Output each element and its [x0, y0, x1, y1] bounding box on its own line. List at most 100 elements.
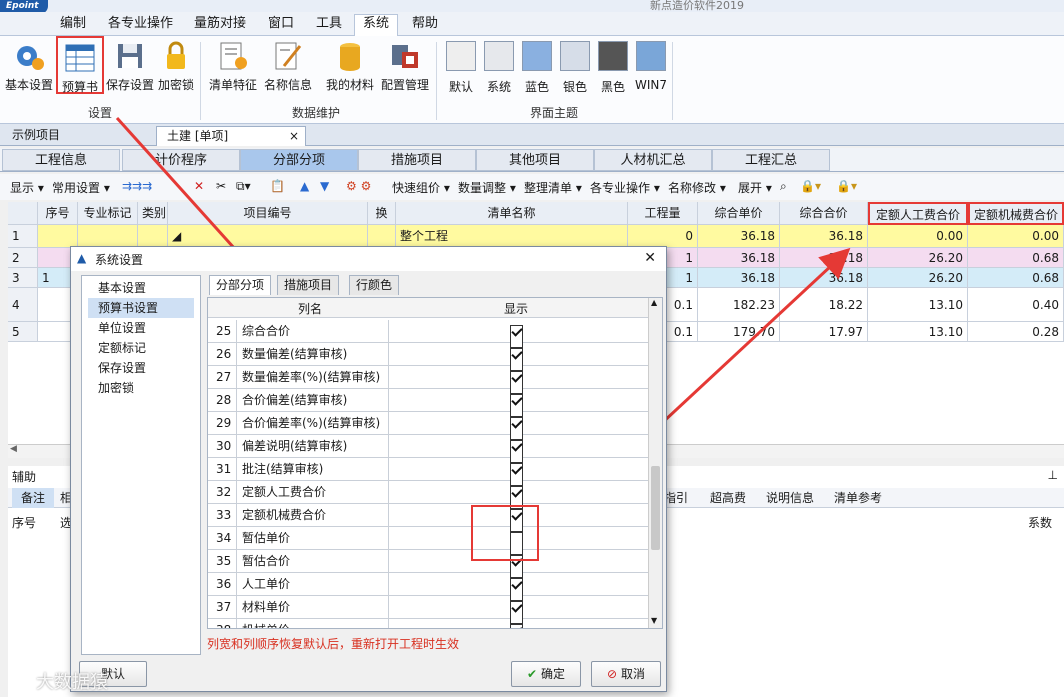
aux-tab-reference[interactable]: 清单参考 [834, 488, 882, 508]
grid-cell[interactable]: 36.18 [698, 225, 780, 248]
delete-icon[interactable]: ✕ [194, 179, 204, 193]
cut-icon[interactable]: ✂ [216, 179, 226, 193]
settings-nav-item-1[interactable]: 预算书设置 [88, 298, 194, 318]
paste-icon[interactable]: 📋 [270, 179, 285, 193]
grid-cell[interactable]: 0.40 [968, 288, 1064, 322]
settings-nav-item-5[interactable]: 加密锁 [88, 378, 144, 398]
tab-subitem[interactable]: 分部分项 [209, 275, 272, 295]
cancel-button[interactable]: ⊘ 取消 [591, 661, 661, 687]
move-up-icon[interactable]: ▲ [300, 179, 309, 193]
menu-help[interactable]: 帮助 [408, 15, 442, 35]
menu-system[interactable]: 系统 [354, 14, 398, 37]
toolbar-qty-adjust[interactable]: 数量调整 ▾ [458, 179, 516, 196]
theme-button-4[interactable]: 黑色 [596, 40, 630, 94]
settings-nav-item-0[interactable]: 基本设置 [88, 278, 156, 298]
grid-cell[interactable] [138, 225, 168, 248]
name-info-button[interactable]: 名称信息 [262, 40, 314, 92]
toolbar-organize[interactable]: 整理清单 ▾ [524, 179, 582, 196]
page-tab-3[interactable]: 措施项目 [358, 149, 476, 171]
grid-cell[interactable]: 182.23 [698, 288, 780, 322]
page-tab-2[interactable]: 分部分项 [240, 149, 358, 171]
doc-tab-civil[interactable]: 土建 [单项] × [156, 126, 306, 146]
grid-cell[interactable]: 整个工程 [396, 225, 628, 248]
grid-cell[interactable]: 2 [8, 248, 38, 268]
theme-button-2[interactable]: 蓝色 [520, 40, 554, 94]
grid-cell[interactable]: 36.18 [780, 268, 868, 288]
aux-tab-remark[interactable]: 备注 [12, 488, 54, 508]
grid-cell[interactable]: 0.68 [968, 248, 1064, 268]
menu-window[interactable]: 窗口 [264, 15, 298, 35]
budget-book-button[interactable]: 预算书 [56, 36, 104, 94]
save-settings-button[interactable]: 保存设置 [104, 40, 156, 92]
page-tab-6[interactable]: 工程汇总 [712, 149, 830, 171]
scroll-up-icon[interactable]: ▲ [651, 298, 657, 307]
grid-cell[interactable]: 5 [8, 322, 38, 342]
grid-header-7[interactable]: 工程量 [628, 202, 698, 225]
grid-header-10[interactable]: 定额人工费合价 [868, 202, 968, 225]
scroll-left-icon[interactable]: ◀ [10, 444, 17, 454]
aux-tab-guide[interactable]: 指引 [664, 488, 688, 508]
menu-specialty[interactable]: 各专业操作 [104, 15, 177, 35]
aux-tab-description[interactable]: 说明信息 [766, 488, 814, 508]
theme-button-0[interactable]: 默认 [444, 40, 478, 94]
settings-nav-item-3[interactable]: 定额标记 [88, 338, 156, 358]
grid-cell[interactable]: 36.18 [698, 268, 780, 288]
grid-cell[interactable]: 4 [8, 288, 38, 322]
show-checkbox[interactable] [510, 624, 523, 628]
grid-cell[interactable]: ◢ [168, 225, 368, 248]
toolbar-rename[interactable]: 名称修改 ▾ [668, 179, 726, 196]
grid-cell[interactable]: 26.20 [868, 248, 968, 268]
page-tab-1[interactable]: 计价程序 [122, 149, 240, 171]
lock-button[interactable]: 加密锁 [156, 40, 196, 92]
scroll-down-icon[interactable]: ▼ [651, 616, 657, 625]
grid-header-3[interactable]: 类别 [138, 202, 168, 225]
lock-icon[interactable]: 🔒▾ [800, 179, 821, 193]
grid-cell[interactable]: 13.10 [868, 288, 968, 322]
grid-cell[interactable]: 0.28 [968, 322, 1064, 342]
grid-cell[interactable] [368, 225, 396, 248]
grid-header-9[interactable]: 综合合价 [780, 202, 868, 225]
grid-cell[interactable]: 17.97 [780, 322, 868, 342]
pin-icon[interactable]: ⊥ [1048, 468, 1058, 482]
grid-header-8[interactable]: 综合单价 [698, 202, 780, 225]
scroll-thumb[interactable] [651, 466, 660, 550]
grid-cell[interactable]: 36.18 [780, 248, 868, 268]
close-icon[interactable]: × [289, 127, 299, 145]
grid-cell[interactable]: 0.68 [968, 268, 1064, 288]
move-down-icon[interactable]: ▼ [320, 179, 329, 193]
split-icon[interactable]: ⚙ ⚙ [346, 179, 371, 193]
grid-cell[interactable]: 18.22 [780, 288, 868, 322]
grid-cell[interactable]: 3 [8, 268, 38, 288]
theme-button-1[interactable]: 系统 [482, 40, 516, 94]
tab-measures[interactable]: 措施项目 [277, 275, 340, 295]
list-feature-button[interactable]: 清单特征 [206, 40, 260, 92]
theme-button-3[interactable]: 银色 [558, 40, 592, 94]
grid-cell[interactable]: 13.10 [868, 322, 968, 342]
toolbar-quick-price[interactable]: 快速组价 ▾ [392, 179, 450, 196]
settings-nav-item-2[interactable]: 单位设置 [88, 318, 156, 338]
unlock-icon[interactable]: 🔒▾ [836, 179, 857, 193]
menu-compile[interactable]: 编制 [56, 15, 90, 35]
ok-button[interactable]: ✔ 确定 [511, 661, 581, 687]
menu-rebar[interactable]: 量筋对接 [190, 15, 250, 35]
toolbar-expand[interactable]: 展开 ▾ [738, 179, 772, 196]
grid-header-5[interactable]: 换 [368, 202, 396, 225]
grid-header-11[interactable]: 定额机械费合价 [968, 202, 1064, 225]
config-manage-button[interactable]: 配置管理 [378, 40, 432, 92]
grid-cell[interactable]: 1 [8, 225, 38, 248]
copy-icon[interactable]: ⧉▾ [236, 179, 251, 194]
tab-row-color[interactable]: 行颜色 [349, 275, 400, 295]
grid-cell[interactable]: 36.18 [698, 248, 780, 268]
page-tab-5[interactable]: 人材机汇总 [594, 149, 712, 171]
grid-cell[interactable]: 0.00 [968, 225, 1064, 248]
menu-tools[interactable]: 工具 [312, 15, 346, 35]
page-tab-0[interactable]: 工程信息 [2, 149, 120, 171]
theme-button-5[interactable]: WIN7 [634, 40, 668, 92]
binoculars-icon[interactable]: ⌕ [780, 179, 787, 194]
grid-cell[interactable]: 26.20 [868, 268, 968, 288]
grid-cell[interactable]: 0.00 [868, 225, 968, 248]
grid-cell[interactable] [78, 225, 138, 248]
basic-settings-button[interactable]: 基本设置 [4, 40, 54, 92]
page-tab-4[interactable]: 其他项目 [476, 149, 594, 171]
toolbar-specialty[interactable]: 各专业操作 ▾ [590, 179, 660, 196]
